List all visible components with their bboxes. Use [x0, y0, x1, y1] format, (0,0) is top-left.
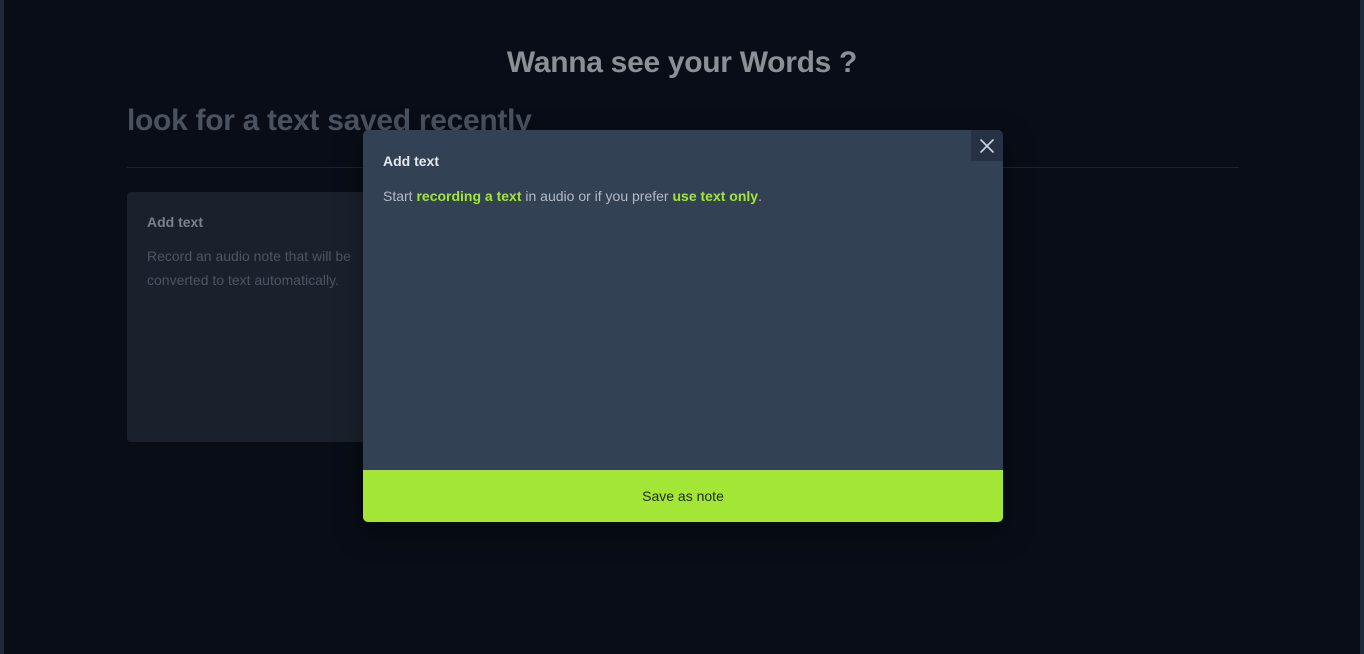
card-description: Record an audio note that will be conver…: [147, 248, 351, 288]
modal-title: Add text: [383, 153, 439, 169]
save-as-note-button[interactable]: Save as note: [363, 470, 1003, 522]
body-middle: in audio or if you prefer: [521, 188, 673, 204]
body-prefix: Start: [383, 188, 417, 204]
close-button[interactable]: [971, 130, 1003, 161]
app-root: Wanna see your Words ? look for a text s…: [4, 0, 1360, 654]
record-audio-link[interactable]: recording a text: [416, 188, 521, 204]
body-suffix: .: [758, 188, 762, 204]
text-only-link[interactable]: use text only: [672, 188, 758, 204]
page-title: Wanna see your Words ?: [506, 46, 858, 79]
close-icon: [980, 138, 994, 153]
add-text-modal: Add text Start recording a text in audio…: [363, 130, 1003, 522]
modal-body: Start recording a text in audio or if yo…: [383, 186, 983, 206]
